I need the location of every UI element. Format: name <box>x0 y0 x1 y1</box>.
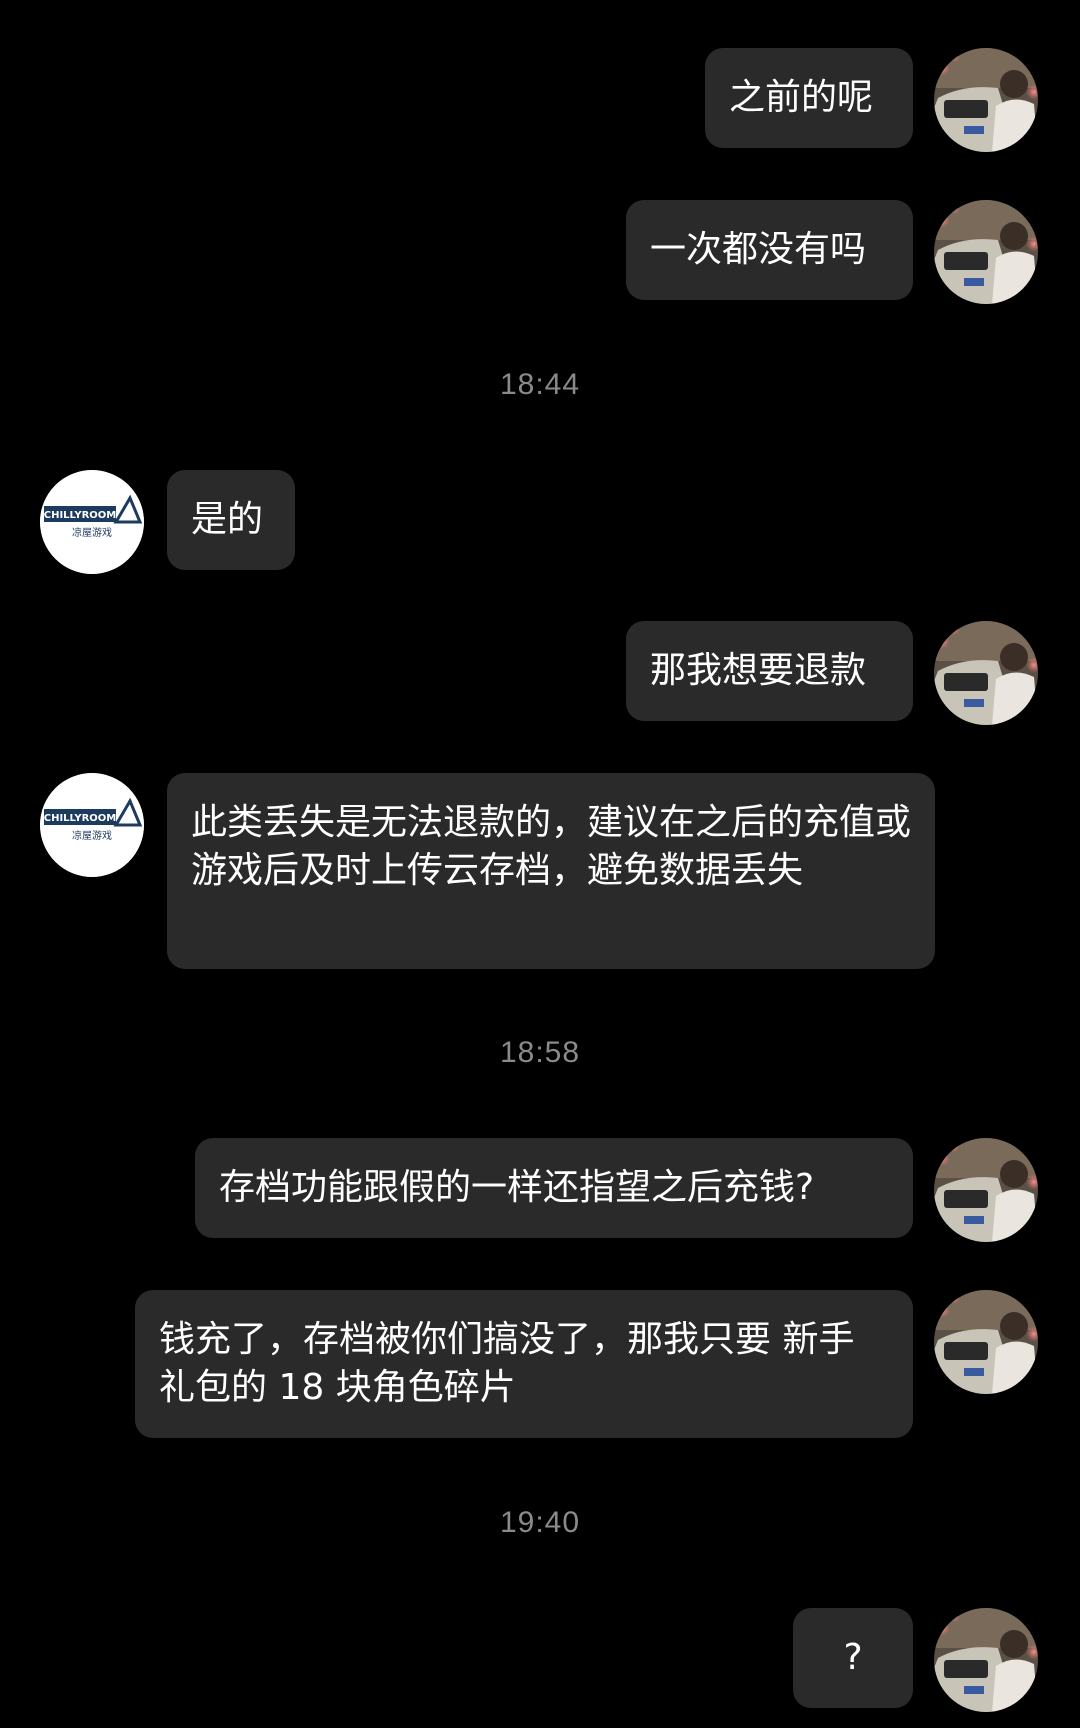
user-photo-avatar-icon[interactable] <box>934 621 1038 725</box>
user-photo-avatar-icon[interactable] <box>934 200 1038 304</box>
message-bubble[interactable]: 是的 <box>167 470 295 570</box>
logo-text: CHILLYROOM <box>44 813 117 824</box>
logo-subtext: 凉屋游戏 <box>72 829 112 842</box>
logo-text: CHILLYROOM <box>44 510 117 521</box>
timestamp: 19:40 <box>499 1506 581 1539</box>
message-bubble[interactable]: ? <box>793 1608 913 1708</box>
message-bubble[interactable]: 钱充了，存档被你们搞没了，那我只要 新手礼包的 18 块角色碎片 <box>135 1290 913 1438</box>
message-bubble[interactable]: 那我想要退款 <box>626 621 913 721</box>
user-photo-avatar-icon[interactable] <box>934 48 1038 152</box>
message-bubble[interactable]: 之前的呢 <box>705 48 913 148</box>
message-bubble[interactable]: 此类丢失是无法退款的，建议在之后的充值或游戏后及时上传云存档，避免数据丢失 <box>167 773 935 969</box>
user-photo-avatar-icon[interactable] <box>934 1138 1038 1242</box>
chillyroom-logo-avatar-icon[interactable]: CHILLYROOM 凉屋游戏 <box>40 773 144 877</box>
message-bubble[interactable]: 一次都没有吗 <box>626 200 913 300</box>
user-photo-avatar-icon[interactable] <box>934 1608 1038 1712</box>
logo-subtext: 凉屋游戏 <box>72 526 112 539</box>
timestamp: 18:44 <box>499 368 581 401</box>
user-photo-avatar-icon[interactable] <box>934 1290 1038 1394</box>
message-bubble[interactable]: 存档功能跟假的一样还指望之后充钱? <box>195 1138 913 1238</box>
chillyroom-logo-avatar-icon[interactable]: CHILLYROOM 凉屋游戏 <box>40 470 144 574</box>
timestamp: 18:58 <box>499 1036 581 1069</box>
chat-container: 之前的呢 一次都没有吗 18:44 CHILLYROOM 凉屋游戏 是的 那我想… <box>0 0 1080 1728</box>
